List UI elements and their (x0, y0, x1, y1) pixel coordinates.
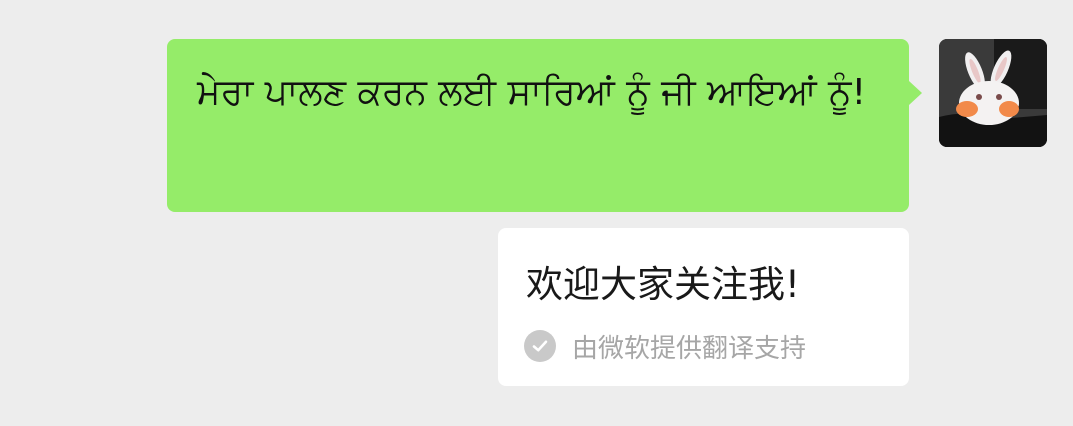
translation-credit-label: 由微软提供翻译支持 (572, 333, 807, 364)
check-circle-icon (524, 330, 556, 362)
translation-bubble[interactable]: 欢迎大家关注我! 由微软提供翻译支持 (498, 228, 909, 386)
rabbit-avatar-icon (939, 39, 1047, 147)
message-bubble[interactable]: ਮੇਰਾ ਪਾਲਣ ਕਰਨ ਲਈ ਸਾਰਿਆਂ ਨੂੰ ਜੀ ਆਇਆਂ ਨੂੰ! (167, 39, 922, 212)
translated-text: 欢迎大家关注我! (526, 263, 800, 306)
message-text: ਮੇਰਾ ਪਾਲਣ ਕਰਨ ਲਈ ਸਾਰਿਆਂ ਨੂੰ ਜੀ ਆਇਆਂ ਨੂੰ! (197, 72, 867, 113)
translation-credit: 由微软提供翻译支持 (524, 326, 806, 366)
sender-avatar[interactable] (939, 39, 1047, 147)
